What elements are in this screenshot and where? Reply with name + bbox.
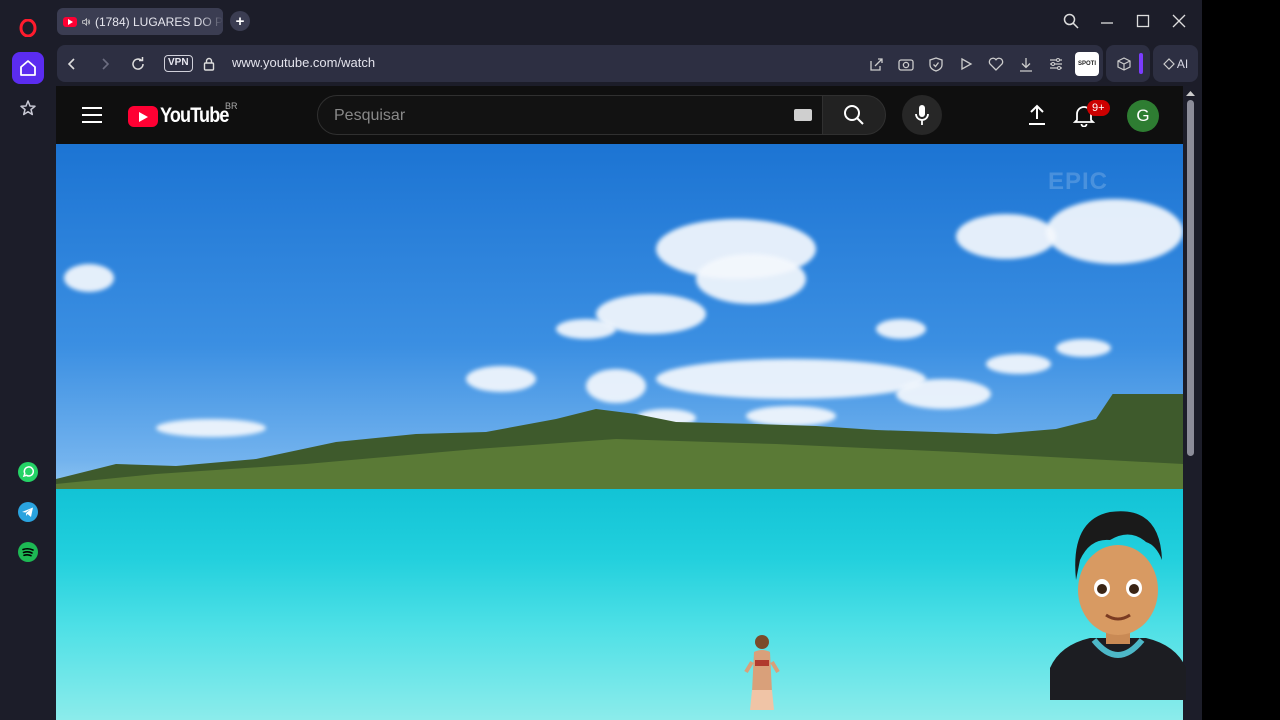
ai-label: AI bbox=[1176, 56, 1189, 71]
lock-icon[interactable] bbox=[199, 54, 219, 74]
cloud bbox=[956, 214, 1056, 259]
search-icon bbox=[844, 105, 864, 125]
search-placeholder: Pesquisar bbox=[334, 107, 406, 124]
opera-logo-icon[interactable] bbox=[12, 12, 44, 44]
heart-icon[interactable] bbox=[986, 54, 1006, 74]
country-code: BR bbox=[225, 101, 238, 111]
logo-text: YouTube bbox=[160, 104, 229, 127]
turquoise-sea bbox=[56, 489, 1183, 720]
home-icon[interactable] bbox=[12, 52, 44, 84]
youtube-play-icon bbox=[128, 105, 158, 127]
extension-indicator bbox=[1139, 53, 1143, 74]
extension-thumbnail[interactable]: SPOTI bbox=[1075, 52, 1099, 76]
scroll-up-icon[interactable] bbox=[1185, 89, 1196, 97]
url-field[interactable]: www.youtube.com/watch bbox=[232, 55, 375, 70]
microphone-icon bbox=[915, 105, 929, 125]
reload-icon[interactable] bbox=[128, 54, 148, 74]
close-icon[interactable] bbox=[1170, 12, 1188, 30]
cartoon-avatar-overlay bbox=[1050, 511, 1186, 700]
aria-ai-button[interactable]: AI bbox=[1153, 45, 1198, 82]
whatsapp-icon[interactable] bbox=[12, 456, 44, 488]
video-player[interactable]: EPIC bbox=[56, 144, 1183, 720]
cloud bbox=[696, 254, 806, 304]
camera-icon[interactable] bbox=[896, 54, 916, 74]
address-bar: VPN www.youtube.com/watch SPOTI bbox=[57, 45, 1103, 82]
telegram-icon[interactable] bbox=[12, 496, 44, 528]
download-icon[interactable] bbox=[1016, 54, 1036, 74]
search-button[interactable] bbox=[822, 95, 886, 135]
cloud bbox=[64, 264, 114, 292]
cloud bbox=[876, 319, 926, 339]
channel-watermark: EPIC bbox=[1048, 168, 1109, 195]
easy-setup-icon[interactable] bbox=[1046, 54, 1066, 74]
create-upload-icon[interactable] bbox=[1025, 103, 1049, 127]
cloud bbox=[1056, 339, 1111, 357]
keyboard-icon[interactable] bbox=[794, 109, 812, 121]
speaker-icon[interactable] bbox=[82, 16, 91, 28]
cloud bbox=[656, 359, 926, 399]
vpn-badge[interactable]: VPN bbox=[164, 55, 193, 72]
spotify-icon[interactable] bbox=[12, 536, 44, 568]
cloud bbox=[986, 354, 1051, 374]
scrollbar-thumb[interactable] bbox=[1187, 100, 1194, 456]
cloud bbox=[466, 366, 536, 392]
cloud bbox=[556, 319, 616, 339]
youtube-header: YouTube BR Pesquisar 9+ G bbox=[56, 86, 1183, 144]
cloud bbox=[1046, 199, 1183, 264]
minimize-icon[interactable] bbox=[1098, 12, 1116, 30]
notification-badge: 9+ bbox=[1087, 100, 1110, 116]
search-input[interactable]: Pesquisar bbox=[317, 95, 823, 135]
search-tabs-icon[interactable] bbox=[1062, 12, 1080, 30]
star-icon[interactable] bbox=[12, 92, 44, 124]
browser-window: (1784) LUGARES DO P + VPN www.youtube.co… bbox=[0, 0, 1202, 720]
new-tab-button[interactable]: + bbox=[230, 11, 250, 31]
youtube-page: YouTube BR Pesquisar 9+ G EPIC bbox=[56, 86, 1183, 720]
tab-youtube[interactable]: (1784) LUGARES DO P bbox=[57, 8, 223, 35]
aria-icon bbox=[1162, 57, 1175, 70]
play-icon[interactable] bbox=[956, 54, 976, 74]
share-icon[interactable] bbox=[866, 54, 886, 74]
account-avatar[interactable]: G bbox=[1127, 100, 1159, 132]
maximize-icon[interactable] bbox=[1134, 12, 1152, 30]
wading-person bbox=[744, 635, 780, 710]
cube-icon[interactable] bbox=[1114, 54, 1134, 74]
shield-icon[interactable] bbox=[926, 54, 946, 74]
youtube-logo[interactable]: YouTube BR bbox=[128, 101, 240, 127]
menu-icon[interactable] bbox=[80, 105, 104, 125]
youtube-favicon-icon bbox=[63, 16, 77, 27]
back-icon[interactable] bbox=[62, 54, 82, 74]
voice-search-button[interactable] bbox=[902, 95, 942, 135]
extensions-area bbox=[1106, 45, 1150, 82]
island-mountains bbox=[56, 394, 1183, 494]
tab-strip: (1784) LUGARES DO P + bbox=[54, 0, 1202, 42]
opera-sidebar bbox=[0, 0, 54, 720]
forward-icon[interactable] bbox=[95, 54, 115, 74]
